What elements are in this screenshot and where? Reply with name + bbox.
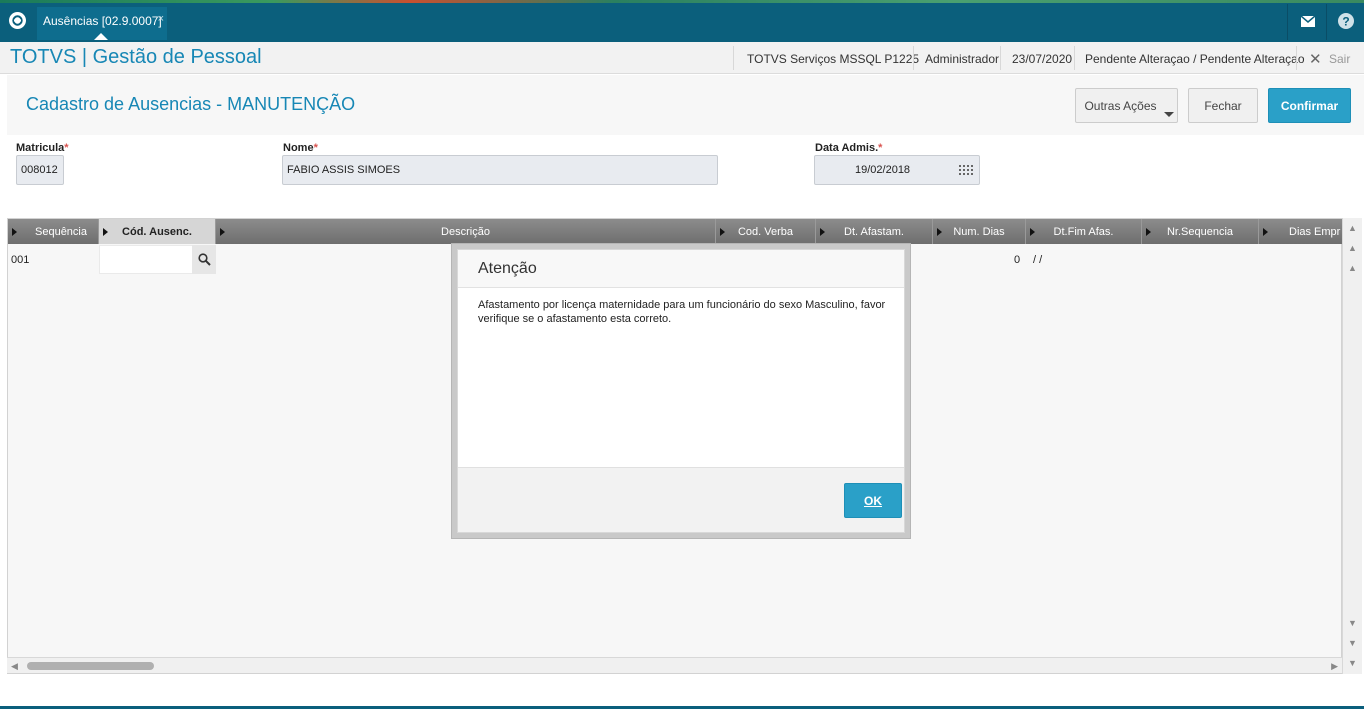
column-header-cod-verba[interactable]: Cod. Verba bbox=[716, 219, 816, 244]
tab-label: Ausências [02.9.0007] bbox=[43, 14, 162, 28]
column-header-dt-afastam[interactable]: Dt. Afastam. bbox=[816, 219, 933, 244]
cell-dt-fim-afas: / / bbox=[1033, 254, 1043, 266]
tab-close-icon[interactable]: × bbox=[158, 13, 164, 25]
divider bbox=[1287, 4, 1288, 40]
divider bbox=[913, 46, 914, 70]
svg-text:?: ? bbox=[1342, 15, 1349, 29]
matricula-field[interactable]: 008012 bbox=[16, 155, 64, 185]
column-header-descricao[interactable]: Descrição bbox=[216, 219, 716, 244]
matricula-label-text: Matricula bbox=[16, 142, 65, 154]
column-header-cod-ausenc[interactable]: Cód. Ausenc. bbox=[99, 219, 216, 244]
scroll-up-icon[interactable]: ▲ bbox=[1348, 263, 1357, 273]
sort-arrow-icon bbox=[1146, 228, 1151, 236]
attention-dialog: Atenção Afastamento por licença maternid… bbox=[451, 243, 911, 539]
confirm-button[interactable]: Confirmar bbox=[1268, 88, 1351, 123]
dialog-footer: OK bbox=[458, 467, 904, 532]
column-label: Cód. Ausenc. bbox=[122, 225, 192, 238]
mail-icon[interactable] bbox=[1298, 11, 1318, 31]
column-label: Dt. Afastam. bbox=[844, 225, 904, 238]
divider bbox=[1326, 4, 1327, 40]
column-label: Nr.Sequencia bbox=[1166, 225, 1234, 238]
required-marker: * bbox=[64, 142, 69, 154]
scroll-bottom-icon[interactable]: ▼ bbox=[1348, 658, 1357, 668]
tab-ausencias[interactable]: Ausências [02.9.0007] × bbox=[37, 7, 167, 40]
dialog-message: Afastamento por licença maternidade para… bbox=[478, 299, 886, 325]
cell-num-dias: 0 bbox=[1014, 254, 1021, 266]
nome-label-text: Nome bbox=[283, 142, 314, 154]
sort-arrow-icon bbox=[1030, 228, 1035, 236]
data-admis-field[interactable]: 19/02/2018 bbox=[814, 155, 980, 185]
scroll-down-icon[interactable]: ▼ bbox=[1348, 618, 1357, 628]
user-label: Administrador bbox=[925, 52, 1000, 66]
help-icon[interactable]: ? bbox=[1336, 11, 1356, 31]
app-header: TOTVS | Gestão de Pessoal TOTVS Serviços… bbox=[0, 42, 1364, 74]
sort-arrow-icon bbox=[937, 228, 942, 236]
confirm-label: Confirmar bbox=[1280, 98, 1339, 113]
sort-arrow-icon bbox=[720, 228, 725, 236]
data-admis-label: Data Admis.* bbox=[815, 142, 882, 154]
matricula-label: Matricula* bbox=[16, 142, 69, 154]
exit-button[interactable]: Sair bbox=[1329, 52, 1350, 66]
ok-button[interactable]: OK bbox=[844, 483, 902, 518]
column-header-dias-empr[interactable]: Dias Empr bbox=[1259, 219, 1343, 244]
sort-arrow-icon bbox=[12, 228, 17, 236]
app-title: TOTVS | Gestão de Pessoal bbox=[10, 46, 262, 68]
sort-arrow-icon bbox=[220, 228, 225, 236]
required-marker: * bbox=[878, 142, 883, 154]
divider bbox=[733, 46, 734, 70]
column-label: Sequência bbox=[35, 225, 87, 238]
data-admis-value: 19/02/2018 bbox=[855, 164, 911, 176]
column-header-nr-sequencia[interactable]: Nr.Sequencia bbox=[1142, 219, 1259, 244]
data-admis-label-text: Data Admis. bbox=[815, 142, 879, 154]
column-header-num-dias[interactable]: Num. Dias bbox=[933, 219, 1026, 244]
column-label: Dt.Fim Afas. bbox=[1053, 225, 1114, 238]
column-label: Cod. Verba bbox=[737, 225, 794, 238]
totvs-logo-icon[interactable] bbox=[9, 12, 26, 29]
tab-caret bbox=[94, 33, 108, 40]
column-label: Dias Empr bbox=[1289, 225, 1341, 238]
nome-field[interactable]: FABIO ASSIS SIMOES bbox=[282, 155, 718, 185]
divider bbox=[1074, 46, 1075, 70]
column-label: Num. Dias bbox=[953, 225, 1005, 238]
column-label: Descrição bbox=[441, 225, 490, 238]
column-header-sequencia[interactable]: Sequência bbox=[8, 219, 99, 244]
column-header-dt-fim-afas[interactable]: Dt.Fim Afas. bbox=[1026, 219, 1142, 244]
exit-x-icon[interactable]: ✕ bbox=[1309, 50, 1322, 68]
top-gradient-line bbox=[0, 0, 1364, 3]
sort-arrow-icon bbox=[820, 228, 825, 236]
other-actions-label: Outras Ações bbox=[1084, 98, 1157, 113]
required-marker: * bbox=[313, 142, 318, 154]
scroll-top-icon[interactable]: ▲ bbox=[1348, 223, 1357, 233]
date-label: 23/07/2020 bbox=[1012, 52, 1073, 66]
sort-arrow-icon bbox=[1263, 228, 1268, 236]
environment-label: TOTVS Serviços MSSQL P1225 bbox=[747, 52, 920, 66]
top-bar: Ausências [02.9.0007] × ? bbox=[0, 0, 1364, 42]
cell-sequencia: 001 bbox=[11, 254, 30, 266]
dialog-body: Atenção Afastamento por licença maternid… bbox=[457, 249, 905, 533]
scroll-right-icon[interactable]: ▶ bbox=[1331, 661, 1338, 672]
vertical-scrollbar[interactable]: ▲ ▲ ▲ ▼ ▼ ▼ bbox=[1342, 218, 1362, 674]
dialog-title: Atenção bbox=[478, 260, 537, 277]
close-button[interactable]: Fechar bbox=[1188, 88, 1258, 123]
scroll-page-up-icon[interactable]: ▲ bbox=[1348, 243, 1357, 253]
horizontal-scroll-thumb[interactable] bbox=[27, 662, 154, 670]
divider bbox=[1000, 46, 1001, 70]
calendar-icon[interactable] bbox=[958, 164, 973, 176]
scroll-page-down-icon[interactable]: ▼ bbox=[1348, 638, 1357, 648]
search-icon[interactable] bbox=[192, 245, 216, 274]
horizontal-scrollbar[interactable]: ◀ ▶ bbox=[7, 657, 1342, 673]
close-label: Fechar bbox=[1204, 98, 1242, 113]
dialog-header: Atenção bbox=[458, 250, 904, 288]
divider bbox=[1296, 46, 1297, 70]
other-actions-button[interactable]: Outras Ações bbox=[1075, 88, 1178, 123]
page-title: Cadastro de Ausencias - MANUTENÇÃO bbox=[26, 94, 356, 114]
nome-label: Nome* bbox=[283, 142, 318, 154]
grid-header: Sequência Cód. Ausenc. Descrição Cod. Ve… bbox=[8, 219, 1343, 244]
status-label: Pendente Alteraçao / Pendente Alteraçao bbox=[1085, 52, 1305, 66]
sort-arrow-icon bbox=[103, 228, 108, 236]
chevron-down-icon bbox=[1164, 112, 1174, 117]
scroll-left-icon[interactable]: ◀ bbox=[11, 661, 18, 672]
